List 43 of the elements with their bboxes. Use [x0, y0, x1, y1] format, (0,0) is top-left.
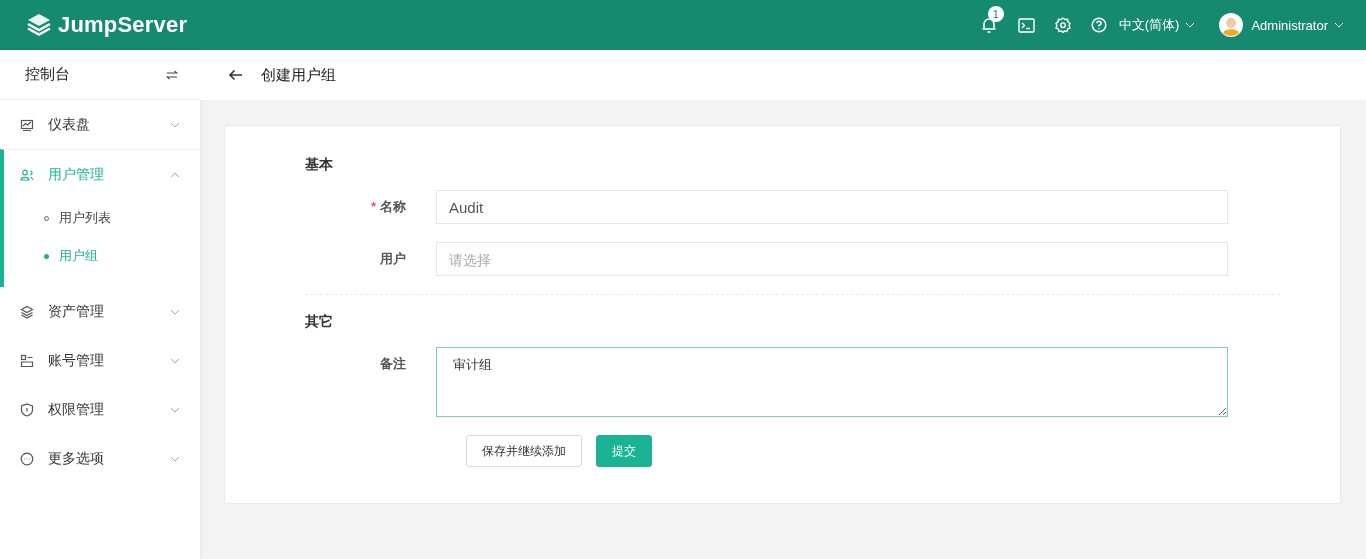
chevron-down-icon — [1334, 22, 1344, 28]
menu-item[interactable]: 仪表盘 — [4, 100, 200, 149]
chevron-down-icon — [170, 357, 180, 364]
field-label: 名称 — [380, 198, 406, 216]
chevron-down-icon — [170, 455, 180, 462]
remark-field[interactable]: 审计组 — [436, 347, 1228, 417]
notification-count: 1 — [987, 6, 1004, 22]
terminal-icon[interactable] — [1017, 17, 1035, 33]
chevron-down-icon — [1185, 22, 1196, 28]
chevron-down-icon — [170, 308, 180, 315]
required-mark: * — [370, 198, 376, 216]
language-dropdown[interactable]: 中文(简体) — [1118, 16, 1196, 34]
page-title: 创建用户组 — [261, 65, 336, 85]
menu-item[interactable]: 资产管理 — [4, 287, 200, 336]
swap-icon[interactable] — [166, 69, 178, 80]
logo-text: JumpServer — [58, 12, 188, 38]
help-icon[interactable] — [1090, 17, 1107, 33]
more-icon — [20, 451, 34, 466]
submenu-item[interactable]: 用户列表 — [4, 199, 200, 237]
chevron-up-icon — [170, 171, 180, 178]
shield-icon — [20, 402, 34, 417]
chevron-down-icon — [170, 406, 180, 413]
logo-icon — [26, 12, 52, 38]
accounts-icon — [20, 353, 34, 368]
avatar-icon — [1219, 13, 1244, 37]
field-label: 备注 — [380, 355, 406, 373]
input-field[interactable]: Audit — [436, 190, 1228, 224]
layers-icon — [20, 304, 34, 319]
users-icon — [20, 167, 34, 182]
section-title: 基本 — [305, 156, 334, 174]
user-menu[interactable]: Administrator — [1219, 13, 1344, 37]
select-field[interactable]: 请选择 — [436, 242, 1228, 276]
section-title: 其它 — [305, 313, 334, 331]
settings-icon[interactable] — [1054, 17, 1071, 33]
menu-item[interactable]: 更多选项 — [4, 434, 200, 483]
sidebar-title: 控制台 — [25, 65, 70, 84]
back-arrow-icon[interactable] — [228, 69, 243, 81]
chart-icon — [20, 117, 34, 132]
menu-item[interactable]: 权限管理 — [4, 385, 200, 434]
save-continue-button[interactable]: 保存并继续添加 — [466, 435, 582, 467]
chevron-down-icon — [170, 121, 180, 128]
field-label: 用户 — [380, 250, 406, 268]
menu-item[interactable]: 账号管理 — [4, 336, 200, 385]
